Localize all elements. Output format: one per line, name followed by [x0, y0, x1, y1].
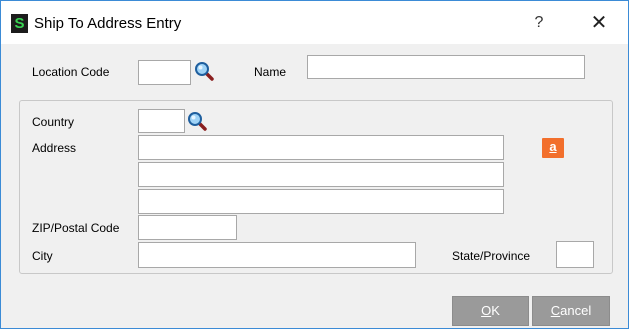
address-line-1-input[interactable]	[138, 135, 504, 160]
dialog-title: Ship To Address Entry	[34, 15, 182, 32]
address-line-3-input[interactable]	[138, 189, 504, 214]
city-input[interactable]	[138, 242, 416, 268]
country-label: Country	[32, 115, 75, 129]
name-input[interactable]	[307, 55, 585, 79]
zip-label: ZIP/Postal Code	[32, 221, 120, 235]
help-button[interactable]: ?	[521, 9, 557, 37]
country-lookup-icon[interactable]	[187, 111, 207, 131]
cancel-button[interactable]: Cancel	[532, 296, 610, 326]
country-input[interactable]	[138, 109, 185, 133]
cancel-mnemonic: C	[550, 303, 561, 318]
address-line-2-input[interactable]	[138, 162, 504, 187]
location-code-label: Location Code	[32, 65, 110, 79]
cancel-label-rest: ancel	[560, 303, 592, 318]
ok-button[interactable]: OK	[452, 296, 529, 326]
ok-label-rest: K	[491, 303, 500, 318]
magnifier-icon	[188, 112, 207, 131]
ship-to-address-dialog: S Ship To Address Entry ? ✕ Location Cod…	[0, 0, 629, 329]
state-input[interactable]	[556, 241, 594, 268]
amazon-icon[interactable]: a	[542, 138, 564, 158]
address-label: Address	[32, 141, 77, 155]
app-logo-icon: S	[11, 14, 28, 33]
title-bar: S Ship To Address Entry ? ✕	[1, 1, 628, 44]
location-code-lookup-icon[interactable]	[194, 61, 214, 81]
zip-input[interactable]	[138, 215, 237, 240]
magnifier-icon	[195, 62, 214, 81]
city-label: City	[32, 249, 53, 263]
ok-mnemonic: O	[481, 303, 492, 318]
name-label: Name	[254, 65, 287, 79]
close-button[interactable]: ✕	[581, 9, 617, 37]
state-label: State/Province	[452, 249, 531, 263]
location-code-input[interactable]	[138, 60, 191, 85]
